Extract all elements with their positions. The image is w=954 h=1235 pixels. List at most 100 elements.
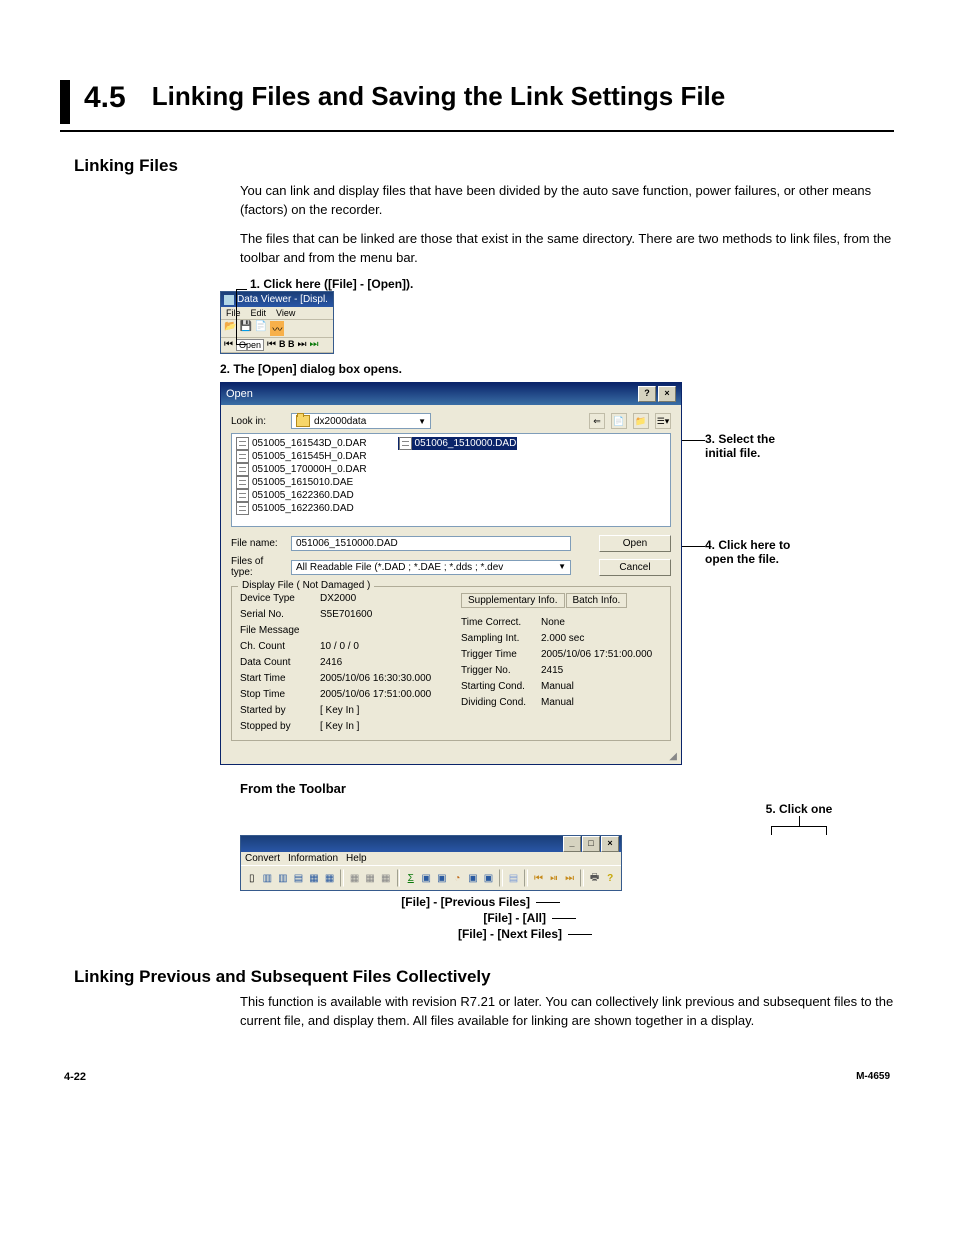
cancel-button[interactable]: Cancel [599,559,671,576]
file-item[interactable]: 051005_161545H_0.DAR [235,450,368,463]
step-5-caption: 5. Click one [754,802,844,816]
menu-help[interactable]: Help [346,853,367,864]
toolbar-icon[interactable]: Σ [404,869,418,887]
file-list[interactable]: 051005_161543D_0.DAR 051005_161545H_0.DA… [231,433,671,527]
dialog-title: Open [226,388,253,400]
copy-icon[interactable]: 📄 [255,321,267,336]
minimize-button[interactable]: _ [563,836,581,852]
connector-line [236,289,238,345]
file-icon [399,437,412,450]
open-button[interactable]: Open [236,339,264,351]
resize-grip-icon[interactable]: ◢ [221,751,681,764]
file-icon [236,489,249,502]
nav-newfolder-icon[interactable]: 📁 [633,413,649,429]
tab-batch[interactable]: Batch Info. [566,593,628,608]
connector-line [536,902,560,903]
window-title: Data Viewer - [Displ. [237,294,328,305]
file-icon [236,437,249,450]
file-icon [236,463,249,476]
toolbar-icon[interactable]: ▦ [348,869,362,887]
toolbar-icon[interactable]: ▦ [307,869,321,887]
file-item[interactable]: 051005_1622360.DAD [235,502,368,515]
paragraph: This function is available with revision… [240,993,894,1031]
help-icon[interactable]: ? [603,869,617,887]
toolbar-icon[interactable]: ▣ [466,869,480,887]
heading-linking-files: Linking Files [74,156,894,176]
menu-convert[interactable]: Convert [245,853,280,864]
filename-label: File name: [231,538,285,549]
close-button[interactable]: × [658,386,676,402]
display-file-group: Display File ( Not Damaged ) Device Type… [231,586,671,741]
menu-information[interactable]: Information [288,853,338,864]
menu-file[interactable]: File [224,308,243,318]
help-button[interactable]: ? [638,386,656,402]
toolbar-letters: B B [279,339,295,351]
toolbar-icon[interactable]: ▣ [420,869,434,887]
lookin-dropdown[interactable]: dx2000data ▼ [291,413,431,429]
lookin-value: dx2000data [314,416,366,427]
print-icon[interactable]: 🖶 [588,869,602,887]
step-1-caption: 1. Click here ([File] - [Open]). [220,277,894,291]
tab-supplementary[interactable]: Supplementary Info. [461,593,565,608]
label-file-next: [File] - [Next Files] [458,927,562,941]
menu-edit[interactable]: Edit [249,308,269,318]
group-title: Display File ( Not Damaged ) [238,580,374,591]
nav-back-icon[interactable]: ⇐ [589,413,605,429]
chevron-down-icon: ▼ [558,562,566,573]
nav-views-icon[interactable]: ☰▾ [655,413,671,429]
section-number: 4.5 [84,80,126,116]
menu-bar: Convert Information Help [241,852,621,865]
toolbar-icon[interactable]: ▤ [507,869,521,887]
connector-line [568,934,592,935]
file-item[interactable]: 051005_161543D_0.DAR [235,437,368,450]
toolbar-separator [499,869,502,887]
folder-icon [296,415,310,427]
open-folder-icon[interactable]: 📂 [224,321,236,336]
skip-next-icon[interactable]: ⏭ [298,339,307,351]
callout-4: 4. Click here to open the file. [705,538,835,566]
file-icon [236,450,249,463]
dialog-titlebar: Open ? × [221,383,681,405]
toolbar-icon[interactable]: ▥ [261,869,275,887]
toolbar-icon[interactable]: ▦ [323,869,337,887]
toolbar-icon[interactable]: ▦ [379,869,393,887]
link-next-icon[interactable]: ⏭ [563,869,577,887]
nav-up-icon[interactable]: 📄 [611,413,627,429]
toolbar-icon[interactable]: ▤ [292,869,306,887]
file-item-selected[interactable]: 051006_1510000.DAD [398,437,518,450]
maximize-button[interactable]: □ [582,836,600,852]
menu-view[interactable]: View [274,308,297,318]
chevron-down-icon: ▼ [418,417,426,426]
file-item[interactable]: 051005_1622360.DAD [235,489,368,502]
toolbar-separator [397,869,400,887]
toolbar-icon[interactable]: ▣ [435,869,449,887]
app-toolbar-window: _ □ × Convert Information Help ▯ ▥ ▥ ▤ ▦… [240,835,622,891]
skip-first-icon[interactable]: ⏮ [224,339,233,351]
toolbar-icon[interactable]: ◔ [451,869,465,887]
page-footer: 4-22 M-4659 [60,1071,894,1083]
link-all-icon[interactable]: ⏯ [547,869,561,887]
toolbar-separator [340,869,343,887]
callout-3: 3. Select the initial file. [705,432,825,460]
waveform-icon[interactable]: 〰 [270,321,284,336]
toolbar-icon[interactable]: ▯ [245,869,259,887]
file-item[interactable]: 051005_1615010.DAE [235,476,368,489]
skip-last-icon[interactable]: ⏭ [310,339,319,351]
toolbar-icon[interactable]: ▦ [363,869,377,887]
toolbar-separator [524,869,527,887]
toolbar-icons: ▯ ▥ ▥ ▤ ▦ ▦ ▦ ▦ ▦ Σ ▣ ▣ ◔ ▣ ▣ ▤ ⏮ [241,865,621,890]
step-2-caption: 2. The [Open] dialog box opens. [220,362,894,376]
section-header: 4.5 Linking Files and Saving the Link Se… [60,80,894,132]
close-button[interactable]: × [601,836,619,852]
link-prev-icon[interactable]: ⏮ [532,869,546,887]
file-item[interactable]: 051005_170000H_0.DAR [235,463,368,476]
paragraph: You can link and display files that have… [240,182,894,220]
filetype-dropdown[interactable]: All Readable File (*.DAD ; *.DAE ; *.dds… [291,560,571,575]
skip-prev-icon[interactable]: ⏮ [267,339,276,351]
title-bar-deco [60,80,70,124]
toolbar-icon[interactable]: ▥ [276,869,290,887]
filename-input[interactable]: 051006_1510000.DAD [291,536,571,551]
save-icon[interactable]: 💾 [239,321,251,336]
open-file-button[interactable]: Open [599,535,671,552]
toolbar-icon[interactable]: ▣ [482,869,496,887]
